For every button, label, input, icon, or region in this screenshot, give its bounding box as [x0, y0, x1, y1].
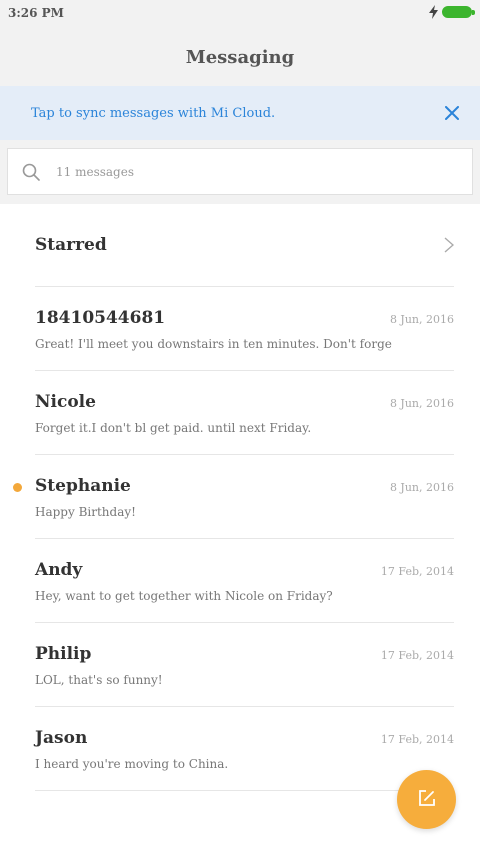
conversation-list: Starred 18410544681 8 Jun, 2016 Great! I…	[0, 204, 480, 791]
page-title: Messaging	[185, 46, 295, 68]
search-icon	[22, 163, 40, 181]
message-preview: Forget it.I don't bl get paid. until nex…	[35, 421, 312, 435]
message-date: 17 Feb, 2014	[380, 649, 454, 662]
contact-name: Nicole	[35, 392, 96, 412]
message-date: 8 Jun, 2016	[389, 397, 454, 410]
starred-row[interactable]: Starred	[35, 204, 454, 287]
unread-dot	[13, 483, 22, 492]
contact-name: Jason	[35, 728, 88, 748]
contact-name: Stephanie	[35, 476, 131, 496]
message-preview: Hey, want to get together with Nicole on…	[35, 589, 333, 603]
status-time: 3:26 PM	[8, 6, 64, 20]
status-indicators	[429, 5, 475, 19]
conversation-row[interactable]: Jason 17 Feb, 2014 I heard you're moving…	[35, 707, 454, 791]
conversation-row[interactable]: Nicole 8 Jun, 2016 Forget it.I don't bl …	[35, 371, 454, 455]
compose-button[interactable]	[397, 770, 456, 829]
close-icon[interactable]	[440, 101, 464, 125]
compose-icon	[417, 788, 437, 812]
search-area	[0, 140, 480, 204]
conversation-row[interactable]: Stephanie 8 Jun, 2016 Happy Birthday!	[13, 455, 454, 539]
message-preview: Great! I'll meet you downstairs in ten m…	[35, 337, 392, 351]
chevron-right-icon	[444, 237, 454, 253]
conversation-row[interactable]: 18410544681 8 Jun, 2016 Great! I'll meet…	[35, 287, 454, 371]
starred-label: Starred	[35, 235, 107, 255]
battery-icon	[442, 6, 475, 18]
status-bar: 3:26 PM	[0, 0, 480, 28]
search-box[interactable]	[7, 148, 473, 195]
message-preview: I heard you're moving to China.	[35, 757, 229, 771]
message-date: 8 Jun, 2016	[389, 313, 454, 326]
sync-banner-text[interactable]: Tap to sync messages with Mi Cloud.	[31, 106, 440, 121]
sync-banner[interactable]: Tap to sync messages with Mi Cloud.	[0, 86, 480, 140]
message-date: 17 Feb, 2014	[380, 565, 454, 578]
search-input[interactable]	[54, 163, 438, 180]
bolt-icon	[429, 5, 438, 19]
contact-name: 18410544681	[35, 308, 166, 328]
message-preview: Happy Birthday!	[35, 505, 136, 519]
title-bar: Messaging	[0, 28, 480, 86]
message-preview: LOL, that's so funny!	[35, 673, 163, 687]
contact-name: Andy	[35, 560, 83, 580]
contact-name: Philip	[35, 644, 92, 664]
message-date: 17 Feb, 2014	[380, 733, 454, 746]
conversation-row[interactable]: Andy 17 Feb, 2014 Hey, want to get toget…	[35, 539, 454, 623]
conversation-row[interactable]: Philip 17 Feb, 2014 LOL, that's so funny…	[35, 623, 454, 707]
message-date: 8 Jun, 2016	[389, 481, 454, 494]
